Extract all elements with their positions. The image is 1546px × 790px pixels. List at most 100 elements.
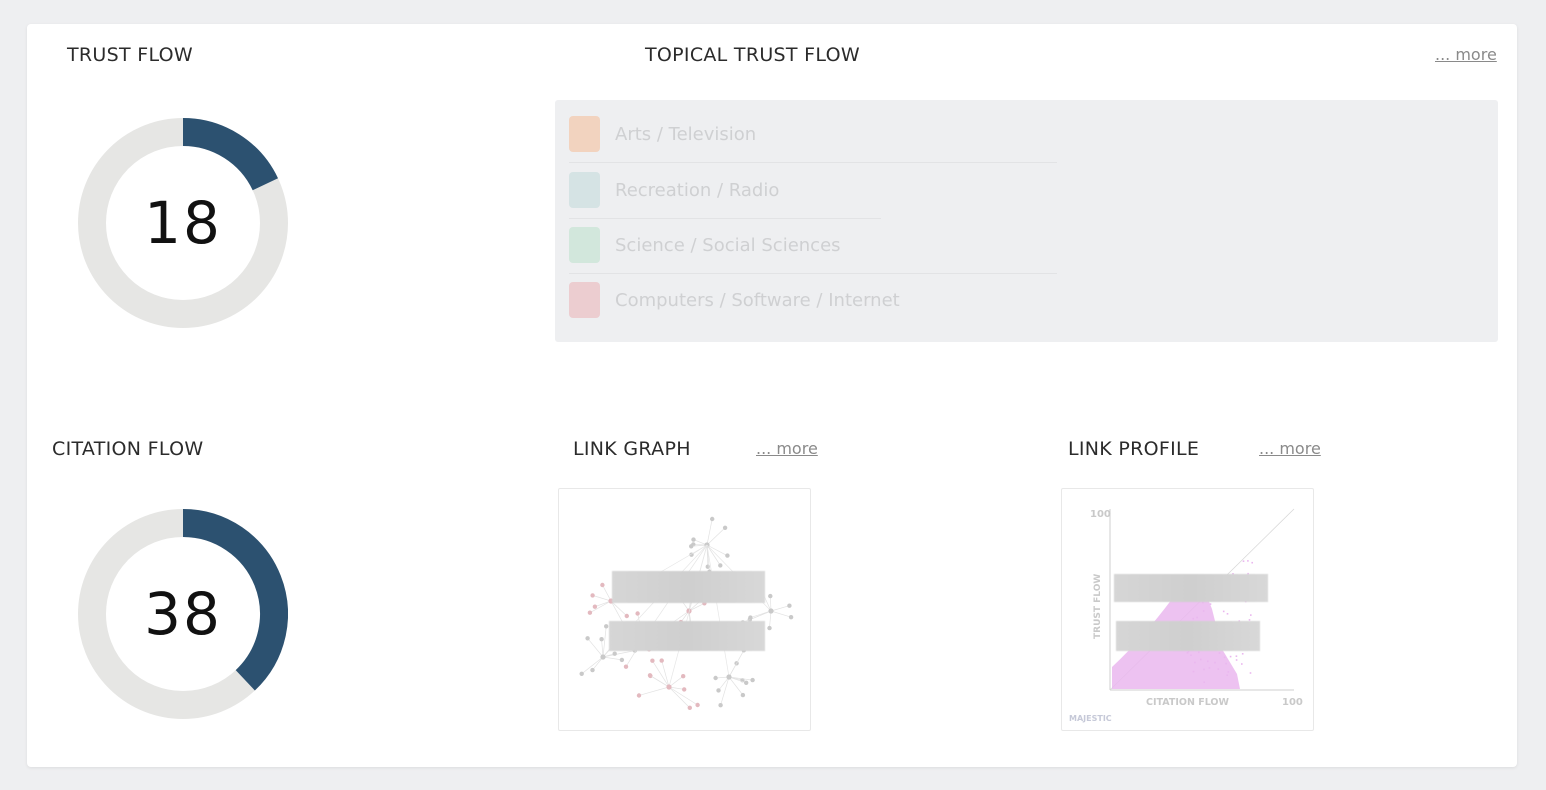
link-profile-scatter: 100 TRUST FLOW CITATION FLOW 100 MAJESTI… <box>1069 508 1303 723</box>
graph-node <box>599 637 604 642</box>
scatter-point <box>1251 561 1253 564</box>
graph-edge <box>770 610 792 618</box>
graph-node <box>619 657 625 663</box>
graph-node <box>768 593 773 599</box>
topic-divider <box>569 162 1057 163</box>
scatter-point <box>1225 662 1227 665</box>
scatter-point <box>1241 663 1243 665</box>
scatter-point <box>1192 670 1195 673</box>
graph-node <box>587 610 593 615</box>
topic-item[interactable]: Arts / Television <box>569 108 756 160</box>
trust-flow-title: TRUST FLOW <box>67 44 193 66</box>
graph-node <box>722 525 728 530</box>
graph-node <box>687 705 692 710</box>
link-graph-network <box>579 516 794 710</box>
topic-label: Arts / Television <box>615 123 757 145</box>
topic-color-swatch <box>569 282 600 318</box>
graph-edge <box>601 639 604 658</box>
scatter-point <box>1202 610 1205 612</box>
graph-node <box>600 582 605 588</box>
graph-edge <box>602 626 607 658</box>
redacted-block <box>1114 574 1268 602</box>
scatter-point <box>1249 672 1252 674</box>
link-profile-thumbnail[interactable]: 100 TRUST FLOW CITATION FLOW 100 MAJESTI… <box>1061 488 1314 731</box>
citation-flow-donut: 38 <box>78 509 288 719</box>
y-axis-label: TRUST FLOW <box>1093 574 1103 639</box>
graph-node <box>623 664 629 669</box>
scatter-point <box>1217 668 1220 670</box>
graph-node <box>579 671 584 676</box>
graph-node <box>695 702 700 708</box>
graph-node <box>612 651 617 656</box>
scatter-point <box>1198 651 1200 654</box>
topic-color-swatch <box>569 172 600 208</box>
scatter-point <box>1242 560 1245 562</box>
topic-label: Recreation / Radio <box>615 179 780 201</box>
graph-node <box>740 692 746 698</box>
link-graph-title: LINK GRAPH <box>573 438 691 460</box>
metrics-card: TRUST FLOW 18 TOPICAL TRUST FLOW ... mor… <box>27 24 1517 767</box>
graph-hub-node <box>726 674 732 680</box>
scatter-point <box>1227 671 1230 673</box>
scatter-point <box>1235 659 1238 661</box>
scatter-point <box>1190 654 1192 656</box>
graph-node <box>713 675 718 681</box>
graph-node <box>750 677 755 683</box>
topic-item[interactable]: Science / Social Sciences <box>569 219 841 271</box>
scatter-point <box>1218 652 1221 654</box>
topic-color-swatch <box>569 116 600 152</box>
redacted-block <box>609 621 765 651</box>
scatter-point <box>1209 603 1212 605</box>
scatter-point <box>1226 674 1228 676</box>
graph-node <box>725 553 730 558</box>
link-graph-more-link[interactable]: ... more <box>756 439 818 458</box>
scatter-point <box>1241 653 1244 655</box>
scatter-point <box>1226 613 1229 615</box>
redacted-block <box>612 571 765 603</box>
x-axis-label: CITATION FLOW <box>1146 697 1229 708</box>
link-profile-more-link[interactable]: ... more <box>1259 439 1321 458</box>
scatter-point <box>1235 655 1238 657</box>
scatter-point <box>1229 655 1232 658</box>
topical-trust-flow-more-link[interactable]: ... more <box>1435 45 1497 64</box>
redacted-block <box>1116 621 1260 651</box>
graph-node <box>647 673 653 678</box>
graph-node <box>788 615 794 620</box>
graph-edge <box>728 650 745 678</box>
graph-node <box>590 667 595 673</box>
scatter-point <box>1214 661 1216 664</box>
topic-label: Science / Social Sciences <box>615 234 841 256</box>
graph-edge <box>750 610 772 618</box>
x-max-label: 100 <box>1282 697 1303 708</box>
scatter-point <box>1196 616 1198 619</box>
topic-color-swatch <box>569 227 600 263</box>
graph-node <box>636 693 642 698</box>
graph-edge <box>668 544 708 688</box>
graph-node <box>592 604 598 609</box>
citation-flow-value: 38 <box>144 580 222 648</box>
graph-edge <box>668 686 691 709</box>
topic-item[interactable]: Computers / Software / Internet <box>569 274 900 326</box>
citation-flow-title: CITATION FLOW <box>52 438 204 460</box>
graph-node <box>635 611 640 616</box>
graph-node <box>585 636 590 641</box>
scatter-point <box>1250 614 1252 616</box>
graph-node <box>590 593 595 598</box>
graph-hub-node <box>768 608 774 614</box>
link-profile-title: LINK PROFILE <box>1068 438 1200 460</box>
graph-hub-node <box>666 684 672 690</box>
graph-edge <box>720 676 730 706</box>
graph-edge <box>652 660 670 688</box>
graph-node <box>691 537 696 542</box>
scatter-point <box>1203 681 1205 683</box>
graph-edge <box>610 600 628 617</box>
topic-item[interactable]: Recreation / Radio <box>569 164 779 216</box>
graph-node <box>650 658 655 663</box>
scatter-point <box>1194 661 1196 664</box>
scatter-point <box>1200 658 1202 661</box>
link-graph-thumbnail[interactable] <box>558 488 811 731</box>
scatter-point <box>1203 668 1205 671</box>
scatter-point <box>1222 610 1225 613</box>
graph-node <box>689 544 694 549</box>
graph-node <box>604 624 609 629</box>
